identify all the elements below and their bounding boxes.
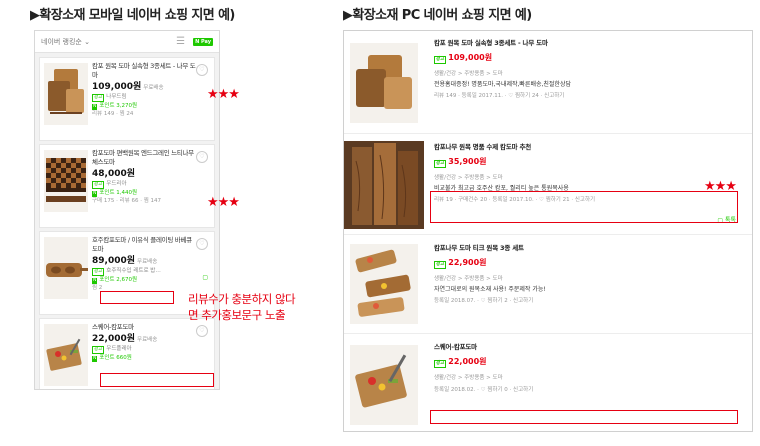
npay-badge: N	[92, 355, 98, 362]
product-image	[344, 141, 424, 229]
highlight-box	[430, 191, 738, 223]
product-image	[44, 237, 88, 299]
npay-badge: N	[92, 190, 98, 197]
mobile-section-title: ▶확장소재 모바일 네이버 쇼핑 지면 예)	[30, 8, 235, 23]
product-price: 광고 22,000원	[434, 357, 487, 369]
mobile-product-card[interactable]: 캄포도마 편백원목 엔드그레인 느티나무 체스도마 48,000원 광고 우드리아…	[39, 144, 215, 228]
review-meta: 리뷰 149 · 찜 24	[92, 111, 134, 118]
product-image	[350, 244, 418, 324]
rating-highlight-stars: ★★★	[207, 87, 240, 102]
ad-badge: 광고	[92, 267, 105, 276]
ad-badge: 광고	[92, 345, 105, 354]
mobile-toolbar: 네이버 랭킹순 ⌄ ☰ N Pay	[35, 31, 219, 53]
store-name[interactable]: 광고 우드리아	[92, 180, 196, 189]
ad-badge: 광고	[92, 93, 105, 102]
product-name[interactable]: 스퀘어-캄포도마	[92, 323, 196, 332]
chat-icon[interactable]: ▢	[202, 274, 208, 281]
store-name[interactable]: 광고 나무드림	[92, 93, 196, 102]
product-name[interactable]: 캄포 원목 도마 실속형 3종세트 - 나무 도마	[434, 39, 734, 48]
review-meta: 등록일 2018.02. · ♡ 찜하기 0 · 신고하기	[434, 386, 534, 393]
ad-badge: 광고	[434, 56, 447, 65]
ad-badge: 광고	[92, 180, 105, 189]
category-breadcrumb[interactable]: 생활/건강 > 주방용품 > 도마	[434, 71, 734, 79]
product-name[interactable]: 캄포나무 도마 티크 원목 3종 세트	[434, 244, 734, 253]
category-breadcrumb[interactable]: 생활/건강 > 주방용품 > 도마	[434, 276, 734, 284]
promo-text: 자연그대로의 원목소재 사용! 주문제작 가능!	[434, 285, 546, 293]
pc-section-title: ▶확장소재 PC 네이버 쇼핑 지면 예)	[343, 8, 532, 23]
annotation-note: 리뷰수가 충분하지 않다 면 추가홍보문구 노출	[188, 292, 296, 322]
product-price: 48,000원	[92, 168, 136, 179]
highlight-box	[430, 410, 738, 424]
product-image	[44, 150, 88, 212]
point-info: N 포인트 3,270원	[92, 102, 138, 110]
category-breadcrumb[interactable]: 생활/건강 > 주방용품 > 도마	[434, 175, 734, 183]
ad-badge: 광고	[434, 261, 447, 270]
heart-icon[interactable]: ♡	[196, 64, 208, 76]
product-name[interactable]: 캄포 원목 도마 실속형 3종세트 - 나무 도마	[92, 62, 196, 80]
npay-filter[interactable]: N Pay	[193, 37, 213, 46]
review-meta: 리뷰 149 · 등록일 2017.11. · ♡ 찜하기 24 · 신고하기	[434, 93, 565, 100]
product-name[interactable]: 호주캄포도마 / 이유식 플레이팅 바베큐 도마	[92, 236, 196, 254]
pc-product-row[interactable]: 캄포나무 도마 티크 원목 3종 세트 광고 22,900원 생활/건강 > 주방…	[344, 236, 752, 334]
product-image	[350, 345, 418, 425]
product-image	[350, 43, 418, 123]
store-name[interactable]: 광고 우드플레아	[92, 345, 196, 354]
chevron-down-icon: ⌄	[84, 37, 90, 46]
review-meta: 구매 175 · 리뷰 66 · 찜 147	[92, 198, 162, 205]
promo-text: 전용홈대증정! 명품도마,국내제작,빠른배송,친절한상담	[434, 80, 571, 88]
category-breadcrumb[interactable]: 생활/건강 > 주방용품 > 도마	[434, 375, 734, 383]
store-name[interactable]: 광고 호주직수입 레트로 밥…	[92, 267, 196, 276]
npay-badge: N	[92, 277, 98, 284]
pc-shopping-panel: 캄포 원목 도마 실속형 3종세트 - 나무 도마 광고 109,000원 생활/…	[343, 30, 753, 432]
sort-dropdown[interactable]: 네이버 랭킹순 ⌄	[41, 37, 176, 47]
product-price: 109,000원 무료배송	[92, 81, 164, 92]
product-name[interactable]: 스퀘어-캄포도마	[434, 343, 734, 352]
ad-badge: 광고	[434, 160, 447, 169]
mobile-product-card[interactable]: 캄포 원목 도마 실속형 3종세트 - 나무 도마 109,000원 무료배송 광…	[39, 57, 215, 141]
mobile-shopping-panel: 네이버 랭킹순 ⌄ ☰ N Pay 캄포 원목 도마 실속형 3종세트 - 나무…	[34, 30, 220, 390]
point-info: N 포인트 1,440원	[92, 189, 138, 197]
point-info: N 포인트 2,670원	[92, 276, 138, 284]
highlight-box	[100, 373, 214, 387]
highlight-box	[100, 291, 174, 304]
rating-highlight-stars: ★★★	[207, 195, 240, 210]
list-icon[interactable]: ☰	[176, 36, 185, 47]
product-name[interactable]: 캄포나무 원목 명품 수제 캄도마 추천	[434, 143, 734, 152]
product-image	[44, 63, 88, 125]
product-price: 광고 109,000원	[434, 53, 493, 65]
product-image	[44, 324, 88, 386]
point-info: N 포인트 660원	[92, 354, 132, 362]
ad-badge: 광고	[434, 360, 447, 369]
pc-product-row[interactable]: 캄포 원목 도마 실속형 3종세트 - 나무 도마 광고 109,000원 생활/…	[344, 31, 752, 134]
heart-icon[interactable]: ♡	[196, 151, 208, 163]
product-name[interactable]: 캄포도마 편백원목 엔드그레인 느티나무 체스도마	[92, 149, 196, 167]
product-price: 광고 22,900원	[434, 258, 487, 270]
product-price: 22,000원 무료배송	[92, 333, 158, 344]
heart-icon[interactable]: ♡	[196, 238, 208, 250]
npay-badge: N	[92, 103, 98, 110]
review-meta: 등록일 2018.07. · ♡ 찜하기 2 · 신고하기	[434, 298, 534, 305]
product-price: 광고 35,900원	[434, 157, 487, 169]
heart-icon[interactable]: ♡	[196, 325, 208, 337]
product-price: 89,000원 무료배송	[92, 255, 158, 266]
